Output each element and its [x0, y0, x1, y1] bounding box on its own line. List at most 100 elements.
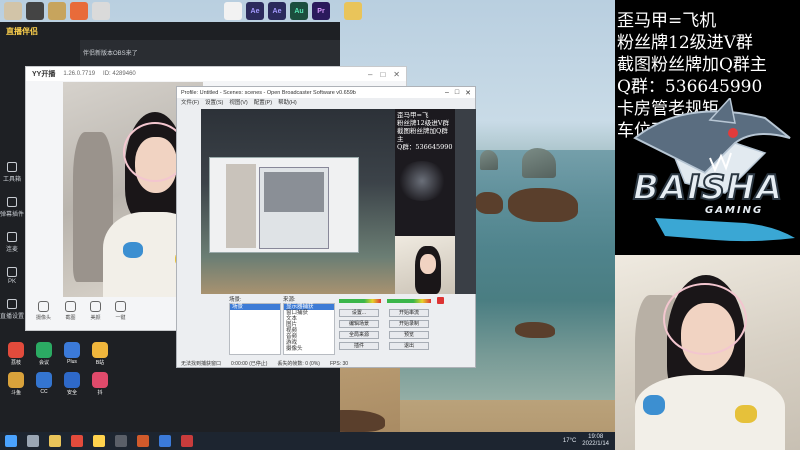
global-sources-button[interactable]: 全局来源 — [339, 331, 379, 339]
audio-meter-mic — [387, 299, 431, 303]
start-stream-button[interactable]: 开始串流 — [389, 309, 429, 317]
source-item[interactable]: 摄像头 — [284, 346, 334, 352]
mic-icon — [7, 232, 17, 242]
exit-button[interactable]: 退出 — [389, 342, 429, 350]
obs-menubar: 文件(F) 设置(S) 视图(V) 配置(P) 帮助(H) — [177, 98, 475, 107]
after-effects-icon[interactable]: Ae — [268, 2, 286, 20]
desktop-top-icons: Ae Ae Au Pr — [220, 0, 366, 24]
clock[interactable]: 19:08 2022/1/14 — [582, 434, 609, 448]
beauty-button[interactable]: 美颜 — [90, 301, 102, 331]
obs-dock: 场景: 来源: 场景 显示器捕获 窗口捕获 文本 图片 视频 音频 游戏 摄像头… — [201, 295, 476, 367]
yy-version: 1.26.0.7719 — [63, 71, 96, 77]
minimize-icon[interactable]: – — [368, 70, 372, 79]
menu-help[interactable]: 帮助(H) — [278, 98, 297, 107]
menu-file[interactable]: 文件(F) — [181, 98, 199, 107]
menu-profile[interactable]: 配置(P) — [254, 98, 272, 107]
maximize-icon[interactable]: □ — [455, 89, 459, 97]
taskbar-app-icon[interactable] — [159, 435, 171, 447]
sidebar-item-danmaku[interactable]: 弹幕插件 — [0, 197, 24, 218]
taskbar: 17°C 19:08 2022/1/14 — [0, 432, 615, 450]
windows-start-icon[interactable] — [5, 435, 17, 447]
caption-line: 截图粉丝牌加Q群主 — [617, 55, 767, 75]
app-shortcut-icon[interactable] — [26, 2, 44, 20]
overlay-camera — [615, 255, 800, 450]
scene-item[interactable]: 场景 — [230, 304, 280, 310]
preview-logo — [397, 161, 447, 201]
screenshot-button[interactable]: 截图 — [65, 301, 77, 331]
yy-bottom-toolbar: 摄像头 截图 美颜 一键 — [26, 297, 186, 331]
app-shortcut-icon[interactable] — [4, 2, 22, 20]
sidebar-item-pk[interactable]: PK — [0, 267, 24, 285]
app-icon — [64, 372, 80, 388]
folder-icon[interactable] — [49, 435, 61, 447]
nested-obs-preview — [264, 172, 324, 212]
camera-button[interactable]: 摄像头 — [36, 301, 51, 331]
baisha-gaming-logo: BAISHA GAMING — [615, 96, 800, 253]
menu-view[interactable]: 视图(V) — [229, 98, 247, 107]
app-icon — [92, 372, 108, 388]
menu-settings[interactable]: 设置(S) — [205, 98, 223, 107]
pen-icon[interactable] — [92, 2, 110, 20]
desktop-app[interactable]: 安全 — [60, 372, 84, 396]
minimize-icon[interactable]: – — [445, 89, 449, 97]
weather-text[interactable]: 17°C — [563, 438, 576, 444]
pk-icon — [7, 267, 17, 277]
maximize-icon[interactable]: □ — [380, 70, 385, 79]
caption-line: 歪马甲=飞机 — [617, 11, 717, 31]
close-icon[interactable]: ✕ — [465, 89, 471, 97]
status-time: 0:00:00 (已停止) — [231, 361, 268, 367]
preview-button[interactable]: 预览 — [389, 331, 429, 339]
status-message: 无法找到捕获窗口 — [181, 361, 222, 367]
stream-overlay-panel: 歪马甲=飞机 粉丝牌12级进V群 截图粉丝牌加Q群主 Q群：536645990 … — [615, 0, 800, 450]
taskview-icon[interactable] — [27, 435, 39, 447]
scenes-list[interactable]: 场景 — [229, 303, 281, 355]
desktop-app[interactable]: 荔枝 — [4, 342, 28, 366]
folder-icon[interactable] — [344, 2, 362, 20]
caption-line: Q群：536645990 — [617, 77, 763, 97]
sources-list[interactable]: 显示器捕获 窗口捕获 文本 图片 视频 音频 游戏 摄像头 — [283, 303, 335, 355]
live-companion-sidebar: 工具箱 弹幕插件 连麦 PK 直播设置 — [0, 162, 24, 334]
taskbar-app-icon[interactable] — [93, 435, 105, 447]
audition-icon[interactable]: Au — [290, 2, 308, 20]
danmaku-icon — [7, 197, 17, 207]
desktop-app[interactable]: 抖 — [88, 372, 112, 396]
yy-window-controls: – □ ✕ — [368, 70, 400, 79]
streamer — [615, 255, 800, 450]
sidebar-item-mic[interactable]: 连麦 — [0, 232, 24, 253]
sidebar-item-toolbox[interactable]: 工具箱 — [0, 162, 24, 183]
app-shortcut-icon[interactable] — [48, 2, 66, 20]
taskbar-app-icon[interactable] — [137, 435, 149, 447]
plugins-button[interactable]: 插件 — [339, 342, 379, 350]
toolbox-icon — [7, 162, 17, 172]
taskbar-app-icon[interactable] — [71, 435, 83, 447]
sidebar-item-settings[interactable]: 直播设置 — [0, 299, 24, 320]
clock-time: 19:08 — [588, 434, 604, 440]
speaker-icon[interactable] — [437, 297, 444, 304]
taskbar-app-icon[interactable] — [115, 435, 127, 447]
desktop-app[interactable]: 会议 — [32, 342, 56, 366]
close-icon[interactable]: ✕ — [393, 70, 400, 79]
taskbar-app-icon[interactable] — [181, 435, 193, 447]
obs-statusbar: 无法找到捕获窗口 0:00:00 (已停止) 丢失的帧数: 0 (0%) FPS… — [177, 359, 475, 368]
one-click-icon — [115, 301, 127, 312]
new-version-notice[interactable]: 伴侣新版本OBS来了 — [83, 48, 138, 57]
edit-scene-button[interactable]: 编辑场景 — [339, 320, 379, 328]
desktop-app[interactable]: CC — [32, 372, 56, 396]
desktop-app[interactable]: 斗鱼 — [4, 372, 28, 396]
rock — [508, 188, 578, 222]
live-companion-logo: 直播伴侣 — [6, 26, 38, 36]
obs-preview: 歪马甲=飞 粉丝牌12级进V群 截图粉丝牌加Q群主 Q群：536645990 — [201, 109, 476, 294]
sea-stack — [480, 150, 498, 170]
obs-titlebar: Profile: Untitled - Scenes: scenes - Ope… — [177, 87, 475, 98]
desktop-app[interactable]: B站 — [88, 342, 112, 366]
premiere-icon[interactable]: Pr — [312, 2, 330, 20]
start-record-button[interactable]: 开始录制 — [389, 320, 429, 328]
settings-button[interactable]: 设置... — [339, 309, 379, 317]
one-click-button[interactable]: 一键 — [115, 301, 127, 331]
settings-icon — [7, 299, 17, 309]
app-shortcut-icon[interactable] — [70, 2, 88, 20]
desktop-app[interactable]: Plus — [60, 342, 84, 366]
rock — [475, 192, 503, 214]
shortcut-icon[interactable] — [224, 2, 242, 20]
after-effects-icon[interactable]: Ae — [246, 2, 264, 20]
